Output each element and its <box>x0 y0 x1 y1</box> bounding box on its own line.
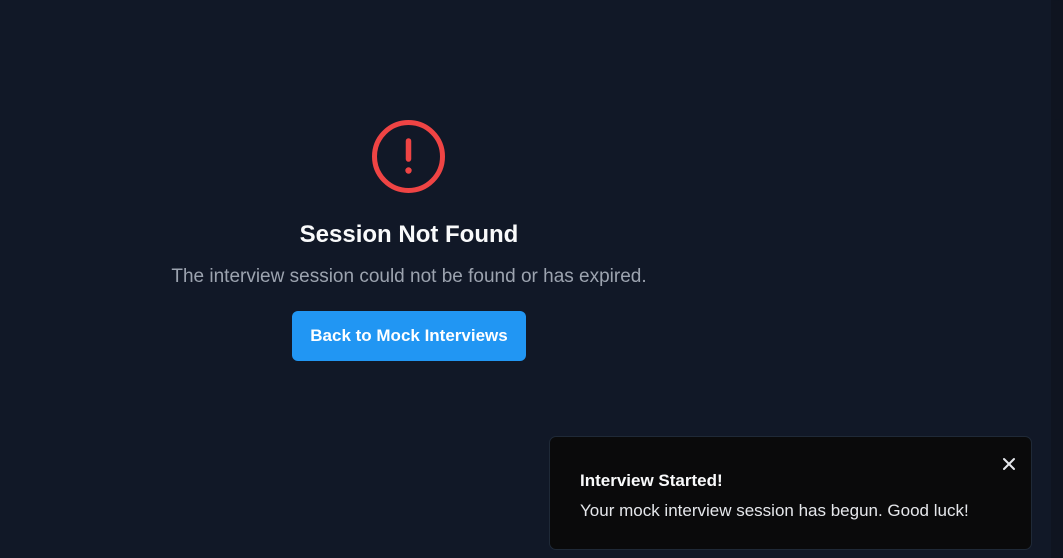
toast-notification: Interview Started! Your mock interview s… <box>549 436 1032 550</box>
page: Session Not Found The interview session … <box>0 0 1063 558</box>
error-message: The interview session could not be found… <box>171 266 647 287</box>
scrollbar[interactable] <box>1051 0 1063 558</box>
toast-message: Your mock interview session has begun. G… <box>580 501 969 520</box>
back-to-mock-interviews-button[interactable]: Back to Mock Interviews <box>292 311 526 361</box>
close-icon[interactable] <box>998 453 1020 475</box>
alert-circle-icon <box>370 118 447 195</box>
toast-title: Interview Started! <box>580 471 723 490</box>
error-title: Session Not Found <box>299 221 519 248</box>
scrollbar-thumb[interactable] <box>1053 0 1061 120</box>
